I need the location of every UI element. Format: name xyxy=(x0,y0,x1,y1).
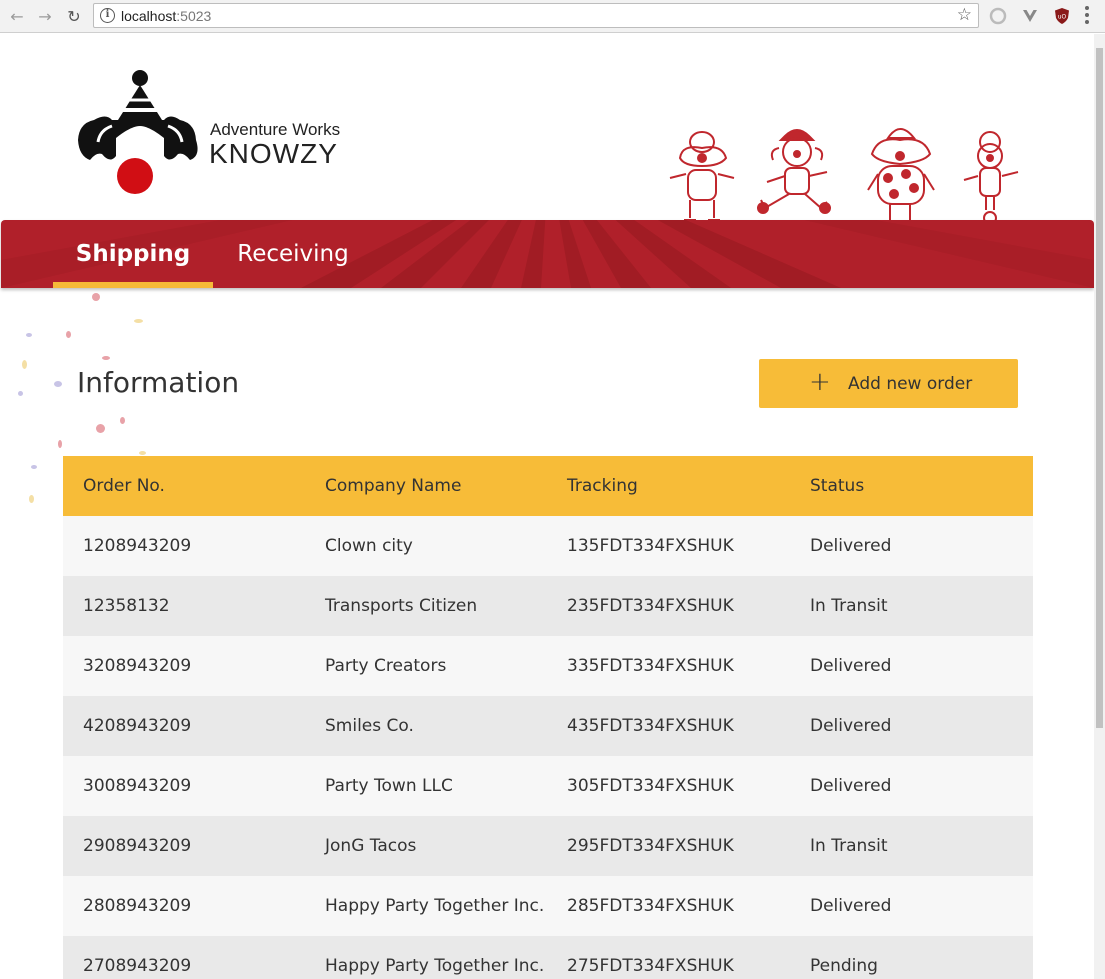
clown-illustrations xyxy=(669,128,1019,224)
tracking-cell: 285FDT334FXSHUK xyxy=(567,896,734,916)
orders-table: Order No. Company Name Tracking Status 1… xyxy=(63,456,1033,979)
browser-toolbar: ← → ↻ i localhost:5023 ☆ uO xyxy=(0,0,1105,33)
info-icon[interactable]: i xyxy=(100,8,115,23)
company-name-cell: Party Town LLC xyxy=(325,776,453,796)
company-name-cell: Happy Party Together Inc. xyxy=(325,956,545,976)
bookmark-star-icon[interactable]: ☆ xyxy=(957,5,972,25)
tracking-cell: 135FDT334FXSHUK xyxy=(567,536,734,556)
main-navbar: Shipping Receiving xyxy=(1,220,1094,288)
order-number-cell: 4208943209 xyxy=(83,716,192,736)
clown-figure-1 xyxy=(669,131,735,221)
table-row[interactable]: 2908943209 JonG Tacos 295FDT334FXSHUK In… xyxy=(63,816,1033,876)
tab-receiving[interactable]: Receiving xyxy=(213,220,373,288)
confetti-dot xyxy=(134,319,143,323)
ublock-shield-icon[interactable]: uO xyxy=(1053,7,1071,25)
confetti-dot xyxy=(18,391,23,396)
tracking-cell: 335FDT334FXSHUK xyxy=(567,656,734,676)
table-row[interactable]: 3208943209 Party Creators 335FDT334FXSHU… xyxy=(63,636,1033,696)
clown-figure-3 xyxy=(867,128,935,223)
plus-icon: + xyxy=(809,367,831,397)
status-cell: Delivered xyxy=(810,536,892,556)
clown-figure-4 xyxy=(963,131,1019,224)
confetti-dot xyxy=(54,381,62,387)
order-number-cell: 2808943209 xyxy=(83,896,192,916)
tracking-cell: 275FDT334FXSHUK xyxy=(567,956,734,976)
tracking-cell: 435FDT334FXSHUK xyxy=(567,716,734,736)
order-number-cell: 1208943209 xyxy=(83,536,192,556)
confetti-dot xyxy=(102,356,110,360)
extension-circle-icon[interactable] xyxy=(989,7,1007,25)
column-header-company-name[interactable]: Company Name xyxy=(325,456,461,516)
company-name-cell: Happy Party Together Inc. xyxy=(325,896,545,916)
svg-text:uO: uO xyxy=(1058,14,1067,21)
page-title: Information xyxy=(77,366,240,399)
table-row[interactable]: 4208943209 Smiles Co. 435FDT334FXSHUK De… xyxy=(63,696,1033,756)
order-number-cell: 3008943209 xyxy=(83,776,192,796)
brand-title: KNOWZY xyxy=(209,138,338,169)
add-new-order-label: Add new order xyxy=(848,374,973,394)
brand-logo[interactable]: Adventure Works KNOWZY xyxy=(76,68,396,198)
clown-logo-icon xyxy=(78,70,198,194)
status-cell: Delivered xyxy=(810,896,892,916)
column-header-order-no[interactable]: Order No. xyxy=(83,456,165,516)
confetti-dot xyxy=(31,465,37,469)
extension-vue-icon[interactable] xyxy=(1021,7,1039,25)
company-name-cell: Transports Citizen xyxy=(325,596,478,616)
company-name-cell: Clown city xyxy=(325,536,413,556)
add-new-order-button[interactable]: + Add new order xyxy=(759,359,1018,408)
reload-icon[interactable]: ↻ xyxy=(63,5,85,27)
table-row[interactable]: 2708943209 Happy Party Together Inc. 275… xyxy=(63,936,1033,979)
confetti-dot xyxy=(29,495,34,503)
confetti-dot xyxy=(139,451,146,455)
company-name-cell: Smiles Co. xyxy=(325,716,414,736)
tab-shipping[interactable]: Shipping xyxy=(53,220,213,288)
table-row[interactable]: 1208943209 Clown city 135FDT334FXSHUK De… xyxy=(63,516,1033,576)
address-url: localhost:5023 xyxy=(121,8,212,24)
table-row[interactable]: 3008943209 Party Town LLC 305FDT334FXSHU… xyxy=(63,756,1033,816)
scrollbar-thumb[interactable] xyxy=(1096,48,1103,728)
status-cell: Delivered xyxy=(810,656,892,676)
table-row[interactable]: 2808943209 Happy Party Together Inc. 285… xyxy=(63,876,1033,936)
page-content: Adventure Works KNOWZY Shipping Receivin… xyxy=(0,34,1094,979)
status-cell: In Transit xyxy=(810,596,888,616)
confetti-dot xyxy=(66,331,71,338)
forward-arrow-icon[interactable]: → xyxy=(34,5,56,27)
status-cell: Pending xyxy=(810,956,878,976)
confetti-dot xyxy=(22,360,27,369)
company-name-cell: JonG Tacos xyxy=(325,836,417,856)
column-header-tracking[interactable]: Tracking xyxy=(567,456,638,516)
confetti-dot xyxy=(96,424,105,433)
confetti-dot xyxy=(58,440,62,448)
confetti-dot xyxy=(92,293,100,301)
confetti-dot xyxy=(120,417,125,424)
confetti-dot xyxy=(26,333,32,337)
order-number-cell: 2908943209 xyxy=(83,836,192,856)
status-cell: Delivered xyxy=(810,716,892,736)
back-arrow-icon[interactable]: ← xyxy=(6,5,28,27)
status-cell: Delivered xyxy=(810,776,892,796)
page-scrollbar[interactable] xyxy=(1094,34,1105,979)
tracking-cell: 235FDT334FXSHUK xyxy=(567,596,734,616)
order-number-cell: 2708943209 xyxy=(83,956,192,976)
clown-figure-2 xyxy=(757,129,831,214)
company-name-cell: Party Creators xyxy=(325,656,447,676)
browser-menu-icon[interactable] xyxy=(1085,6,1089,26)
table-row[interactable]: 12358132 Transports Citizen 235FDT334FXS… xyxy=(63,576,1033,636)
status-cell: In Transit xyxy=(810,836,888,856)
brand-subtitle: Adventure Works xyxy=(210,120,341,139)
column-header-status[interactable]: Status xyxy=(810,456,864,516)
table-header: Order No. Company Name Tracking Status xyxy=(63,456,1033,516)
address-bar[interactable]: i localhost:5023 ☆ xyxy=(93,3,979,28)
order-number-cell: 3208943209 xyxy=(83,656,192,676)
tracking-cell: 295FDT334FXSHUK xyxy=(567,836,734,856)
order-number-cell: 12358132 xyxy=(83,596,170,616)
tracking-cell: 305FDT334FXSHUK xyxy=(567,776,734,796)
